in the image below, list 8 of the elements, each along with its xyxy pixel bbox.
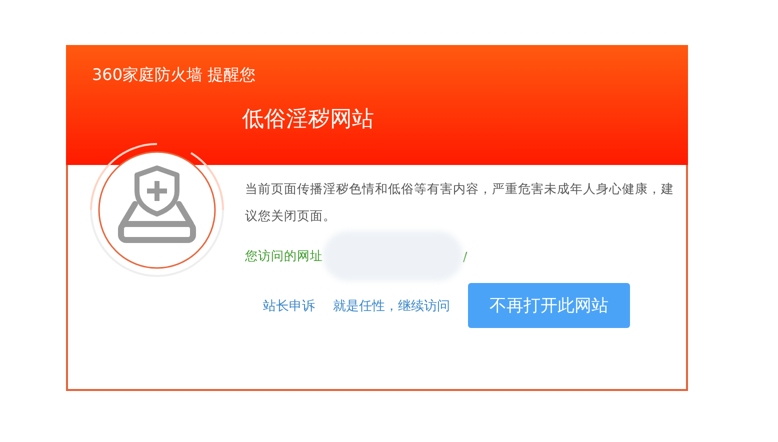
url-tail: / [463, 248, 468, 264]
action-link[interactable]: 站长申诉 [263, 296, 315, 314]
action-link[interactable]: 就是任性，继续访问 [333, 296, 450, 314]
brand-title: 360家庭防火墙 提醒您 [92, 65, 257, 86]
warning-message: 当前页面传播淫秽色情和低俗等有害内容，严重危害未成年人身心健康，建议您关闭页面。 [245, 180, 675, 225]
url-label: 您访问的网址 [245, 248, 323, 264]
warning-title: 低俗淫秽网站 [242, 106, 375, 134]
block-site-button[interactable]: 不再打开此网站 [468, 283, 630, 328]
